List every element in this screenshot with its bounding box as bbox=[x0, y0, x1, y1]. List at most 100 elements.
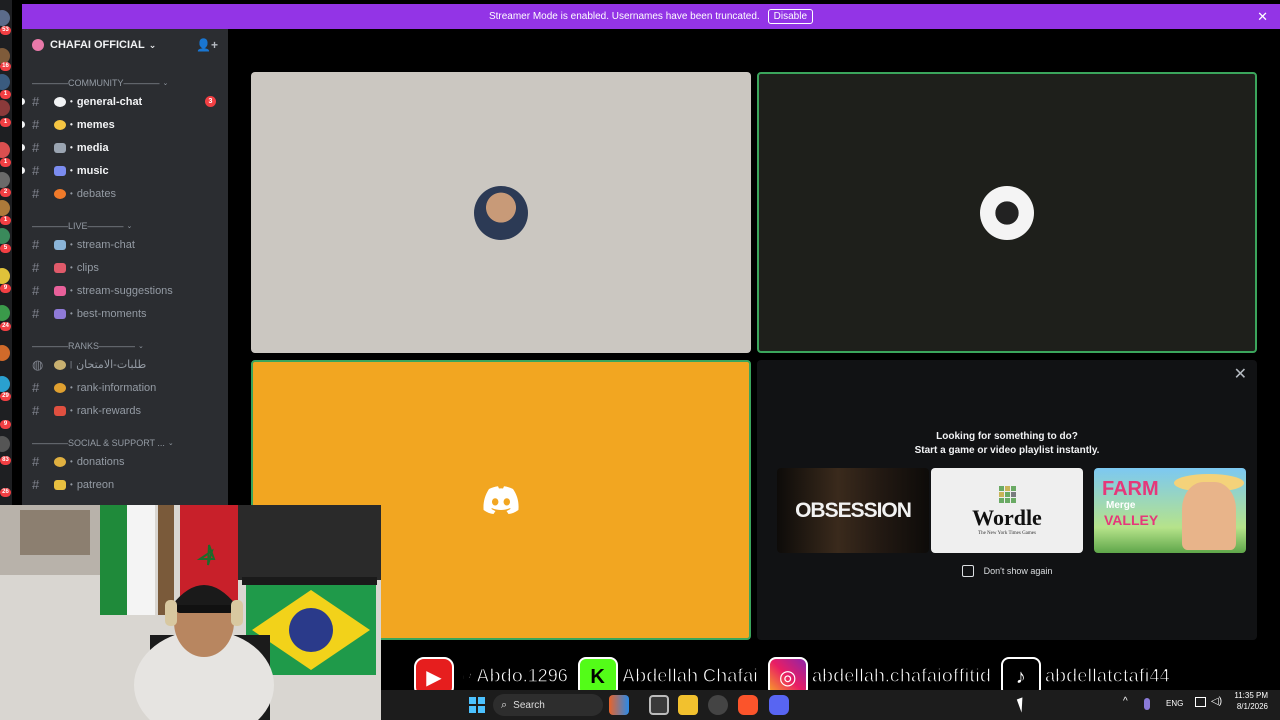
chevron-down-icon: ⌄ bbox=[148, 39, 157, 50]
server-icon[interactable] bbox=[0, 74, 10, 90]
unread-indicator bbox=[22, 167, 25, 174]
character-illustration bbox=[1182, 482, 1236, 550]
server-name: CHAFAI OFFICIAL bbox=[50, 39, 145, 51]
file-explorer-icon[interactable] bbox=[678, 695, 698, 715]
wordle-subtitle: The New York Times Games bbox=[978, 530, 1036, 536]
avatar bbox=[980, 185, 1034, 240]
server-icon[interactable] bbox=[0, 345, 10, 361]
voice-participant-tile[interactable] bbox=[251, 72, 751, 353]
server-icon[interactable] bbox=[0, 268, 10, 284]
close-icon[interactable]: ✕ bbox=[1234, 364, 1247, 384]
hash-icon: # bbox=[32, 403, 40, 418]
channel-label: clips bbox=[76, 261, 99, 274]
dont-show-again-row[interactable]: Don't show again bbox=[757, 565, 1257, 577]
category-community[interactable]: ———— COMMUNITY ———— ⌄ bbox=[22, 75, 228, 90]
trophy-icon bbox=[54, 479, 66, 490]
channel-clips[interactable]: # • clips bbox=[22, 256, 228, 279]
channel-stream-chat[interactable]: # • stream-chat bbox=[22, 233, 228, 256]
language-indicator[interactable]: ENG bbox=[1166, 699, 1183, 708]
channel-memes[interactable]: # • memes bbox=[22, 113, 228, 136]
microphone-icon[interactable] bbox=[1144, 698, 1150, 710]
server-flower-icon bbox=[32, 39, 44, 51]
unread-indicator bbox=[22, 144, 25, 151]
obs-icon[interactable] bbox=[708, 695, 728, 715]
voice-participant-tile-speaking[interactable] bbox=[757, 72, 1257, 353]
channel-exam-requests[interactable]: ◍ | طلبات-الامتحان bbox=[22, 353, 228, 376]
discord-taskbar-icon[interactable] bbox=[769, 695, 789, 715]
music-note-icon bbox=[54, 165, 66, 176]
channel-general-chat[interactable]: # • general-chat 3 bbox=[22, 90, 228, 113]
server-icon[interactable] bbox=[0, 172, 10, 188]
windows-start-icon[interactable] bbox=[469, 697, 485, 713]
channel-label: patreon bbox=[76, 478, 115, 491]
channel-debates[interactable]: # • debates bbox=[22, 182, 228, 205]
server-badge: 16 bbox=[0, 62, 11, 71]
channel-media[interactable]: # • media bbox=[22, 136, 228, 159]
activity-card-wordle[interactable]: Wordle The New York Times Games bbox=[931, 468, 1083, 553]
webcam-overlay bbox=[0, 505, 381, 720]
activity-prompt: Looking for something to do? Start a gam… bbox=[757, 430, 1257, 458]
disable-streamer-mode-button[interactable]: Disable bbox=[767, 9, 814, 24]
film-icon bbox=[54, 308, 66, 319]
obsession-title: OBSESSION bbox=[795, 498, 912, 522]
category-live[interactable]: ———— LIVE ———— ⌄ bbox=[22, 218, 228, 233]
channel-patreon[interactable]: # • patreon bbox=[22, 473, 228, 496]
category-label: SOCIAL & SUPPORT ... bbox=[68, 437, 165, 448]
category-ranks[interactable]: ———— RANKS ———— ⌄ bbox=[22, 338, 228, 353]
hash-icon: # bbox=[32, 306, 40, 321]
server-badge: 1 bbox=[0, 216, 11, 225]
channel-label: stream-chat bbox=[76, 238, 135, 251]
network-icon[interactable] bbox=[1195, 697, 1206, 707]
server-icon[interactable] bbox=[0, 228, 10, 244]
activity-subline: Start a game or video playlist instantly… bbox=[914, 445, 1100, 456]
server-icon[interactable] bbox=[0, 376, 10, 392]
dont-show-again-label: Don't show again bbox=[983, 566, 1053, 576]
taskbar-search[interactable]: ⌕ Search bbox=[493, 694, 603, 716]
activity-headline: Looking for something to do? bbox=[936, 431, 1078, 442]
invite-people-icon[interactable]: 👤+ bbox=[196, 38, 218, 52]
server-icon[interactable] bbox=[0, 200, 10, 216]
channel-rank-rewards[interactable]: # • rank-rewards bbox=[22, 399, 228, 422]
mention-badge: 3 bbox=[205, 96, 216, 107]
channel-label: best-moments bbox=[76, 307, 147, 320]
channel-donations[interactable]: # • donations bbox=[22, 450, 228, 473]
close-icon[interactable]: ✕ bbox=[1257, 9, 1268, 25]
task-view-icon[interactable] bbox=[649, 695, 669, 715]
channel-label: media bbox=[76, 141, 109, 154]
activity-card-obsession[interactable]: OBSESSION bbox=[777, 468, 929, 553]
channel-best-moments[interactable]: # • best-moments bbox=[22, 302, 228, 325]
dont-show-again-checkbox[interactable] bbox=[961, 565, 974, 577]
widget-icon[interactable] bbox=[609, 695, 629, 715]
category-label: RANKS bbox=[68, 340, 100, 351]
hash-icon: # bbox=[32, 117, 40, 132]
server-icon[interactable] bbox=[0, 10, 10, 26]
system-clock[interactable]: 11:35 PM 8/1/2026 bbox=[1234, 690, 1268, 712]
search-icon: ⌕ bbox=[501, 698, 508, 711]
channel-music[interactable]: # • music bbox=[22, 159, 228, 182]
brave-browser-icon[interactable] bbox=[738, 695, 758, 715]
money-bag-icon bbox=[54, 456, 66, 467]
search-label: Search bbox=[513, 699, 545, 711]
server-icon[interactable] bbox=[0, 100, 10, 116]
server-header[interactable]: CHAFAI OFFICIAL ⌄ 👤+ bbox=[22, 29, 228, 61]
server-icon[interactable] bbox=[0, 305, 10, 321]
category-social-support[interactable]: ———— SOCIAL & SUPPORT ... ⌄ bbox=[22, 435, 228, 450]
server-icon[interactable] bbox=[0, 142, 10, 158]
server-badge: 1 bbox=[0, 90, 11, 99]
channel-rank-information[interactable]: # • rank-information bbox=[22, 376, 228, 399]
tray-overflow-icon[interactable]: ^ bbox=[1123, 696, 1128, 707]
hash-icon: # bbox=[32, 140, 40, 155]
volume-icon[interactable]: ◁) bbox=[1211, 696, 1222, 707]
clock-time: 11:35 PM bbox=[1234, 691, 1268, 700]
tv-icon bbox=[54, 239, 66, 250]
hash-icon: # bbox=[32, 380, 40, 395]
farm-title: FARM bbox=[1102, 478, 1159, 500]
server-icon[interactable] bbox=[0, 436, 10, 452]
channel-sidebar: CHAFAI OFFICIAL ⌄ 👤+ ———— COMMUNITY ————… bbox=[22, 29, 228, 505]
activity-card-farm-merge-valley[interactable]: FARM Merge VALLEY bbox=[1094, 468, 1246, 553]
webcam-feed-image bbox=[0, 505, 381, 720]
fire-icon bbox=[54, 188, 66, 199]
channel-stream-suggestions[interactable]: # • stream-suggestions bbox=[22, 279, 228, 302]
server-badge: 1 bbox=[0, 158, 11, 167]
channel-label: general-chat bbox=[76, 95, 143, 108]
